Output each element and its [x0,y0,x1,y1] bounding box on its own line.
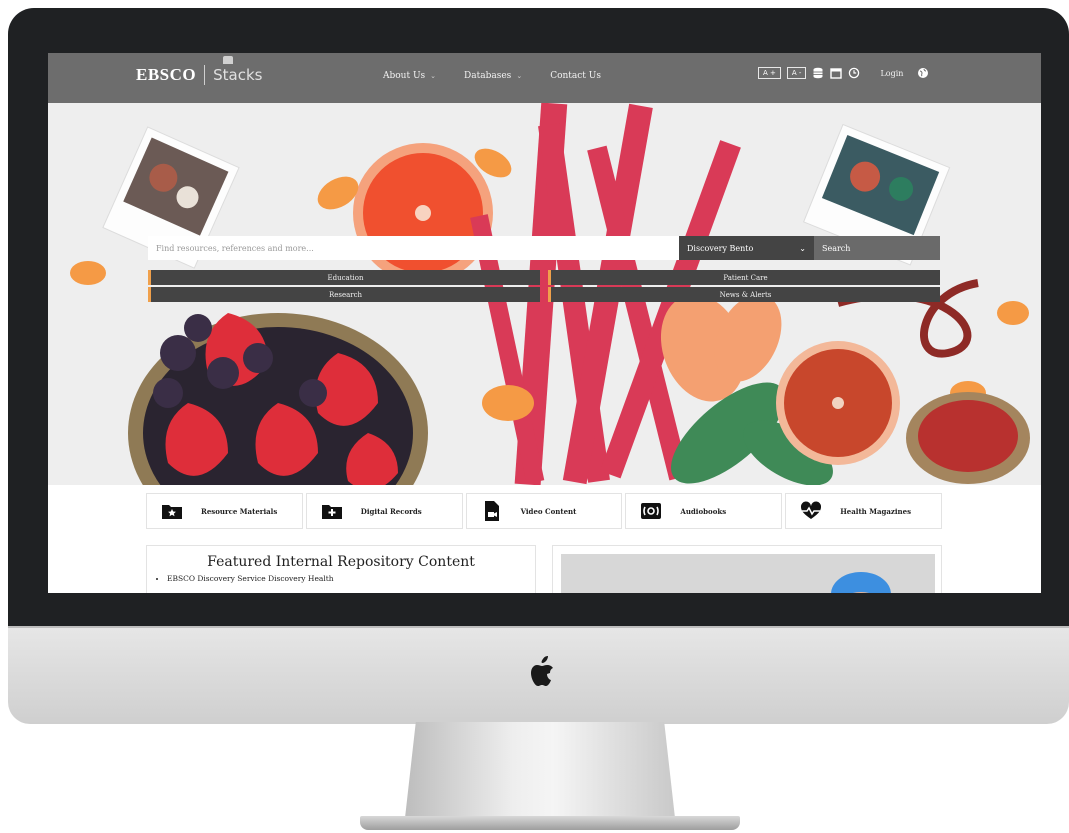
search-bar: Discovery Bento ⌄ Search [148,236,940,260]
featured-title: Featured Internal Repository Content [207,554,475,570]
category-audiobooks[interactable]: Audiobooks [625,493,783,529]
category-label: Video Content [520,506,577,516]
promo-panel [552,545,942,593]
chevron-down-icon: ⌄ [430,72,437,80]
folder-star-icon [162,505,182,519]
font-decrease-button[interactable]: A - [786,67,807,79]
monitor-stand-neck [405,722,675,818]
category-video-content[interactable]: Video Content [465,493,623,529]
hero-banner: Discovery Bento ⌄ Search Education Patie… [48,103,1041,485]
quick-link-research[interactable]: Research [148,287,540,302]
category-resource-materials[interactable]: Resource Materials [146,493,303,529]
quick-links: Education Patient Care Research News & A… [148,270,940,304]
featured-item[interactable]: EBSCO Discovery Service Discovery Health [167,574,535,583]
search-button-label: Search [822,243,851,253]
nav-links: About Us ⌄ Databases ⌄ Contact Us [383,71,601,81]
stacks-mark-icon [223,56,234,64]
search-icon [148,236,157,245]
folder-plus-icon [321,505,342,519]
search-input[interactable] [148,236,679,260]
nurse-photo [561,554,935,593]
nav-about-us-label: About Us [383,71,426,81]
brand-divider [204,65,206,85]
category-label: Health Magazines [840,506,912,516]
search-button[interactable]: Search [148,236,940,260]
brand-logo[interactable]: EBSCO Stacks [136,56,263,85]
monitor-stand-foot [360,816,740,830]
search-scope-select[interactable]: Discovery Bento ⌄ [679,236,814,260]
nav-contact-us-label: Contact Us [550,71,601,81]
audio-icon [641,503,662,519]
nav-databases-label: Databases [464,71,512,81]
quick-links-row: Education Patient Care [148,270,940,285]
top-navbar: EBSCO Stacks About Us ⌄ Databases ⌄ Cont… [48,53,1041,103]
database-icon[interactable] [812,67,824,79]
file-video-icon [484,501,499,521]
promo-image [561,554,935,593]
brand-name: EBSCO [136,65,197,84]
category-label: Digital Records [360,506,422,516]
screen: EBSCO Stacks About Us ⌄ Databases ⌄ Cont… [48,53,1041,593]
login-link[interactable]: Login [880,69,903,78]
quick-link-news-alerts[interactable]: News & Alerts [548,287,940,302]
chevron-down-icon: ⌄ [799,243,806,253]
chevron-down-icon: ⌄ [516,72,523,80]
category-bar: Resource Materials Digital Records Video… [146,493,942,529]
quick-link-education[interactable]: Education [148,270,540,285]
featured-list: EBSCO Discovery Service Discovery Health [147,574,535,583]
nav-tools: A + A - Login [758,67,929,79]
category-digital-records[interactable]: Digital Records [305,493,463,529]
nav-contact-us[interactable]: Contact Us [550,71,601,81]
globe-icon[interactable] [917,67,929,79]
category-health-magazines[interactable]: Health Magazines [785,493,942,529]
nav-about-us[interactable]: About Us ⌄ [383,71,436,81]
apple-logo-icon [531,656,553,686]
category-label: Audiobooks [680,506,727,516]
search-scope-value: Discovery Bento [687,243,754,253]
clock-icon[interactable] [848,67,860,79]
category-label: Resource Materials [201,506,278,516]
calendar-icon[interactable] [830,67,843,79]
font-increase-button[interactable]: A + [758,67,781,79]
brand-product: Stacks [213,56,263,84]
heart-pulse-icon [801,501,822,519]
nav-databases[interactable]: Databases ⌄ [464,71,522,81]
quick-link-patient-care[interactable]: Patient Care [548,270,940,285]
featured-content-panel: Featured Internal Repository Content EBS… [146,545,536,593]
quick-links-row: Research News & Alerts [148,287,940,302]
brand-product-label: Stacks [213,66,263,84]
